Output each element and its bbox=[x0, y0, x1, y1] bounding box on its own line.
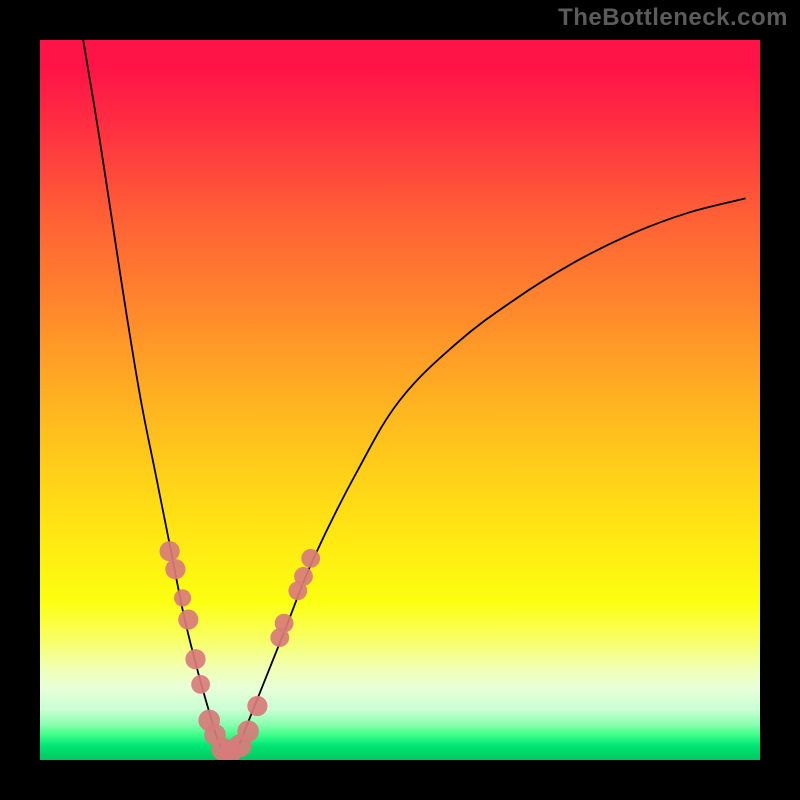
marker-dot bbox=[301, 549, 320, 568]
marker-dot bbox=[247, 696, 267, 716]
highlighted-points bbox=[160, 541, 321, 760]
marker-dot bbox=[165, 559, 185, 579]
dots-layer bbox=[40, 40, 760, 760]
marker-dot bbox=[237, 720, 259, 742]
chart-frame: TheBottleneck.com bbox=[0, 0, 800, 800]
marker-dot bbox=[185, 649, 205, 669]
marker-dot bbox=[294, 567, 313, 586]
marker-dot bbox=[178, 610, 198, 630]
marker-dot bbox=[174, 589, 191, 606]
watermark-text: TheBottleneck.com bbox=[558, 4, 788, 32]
plot-area bbox=[40, 40, 760, 760]
marker-dot bbox=[275, 614, 294, 633]
marker-dot bbox=[160, 541, 180, 561]
marker-dot bbox=[191, 675, 210, 694]
